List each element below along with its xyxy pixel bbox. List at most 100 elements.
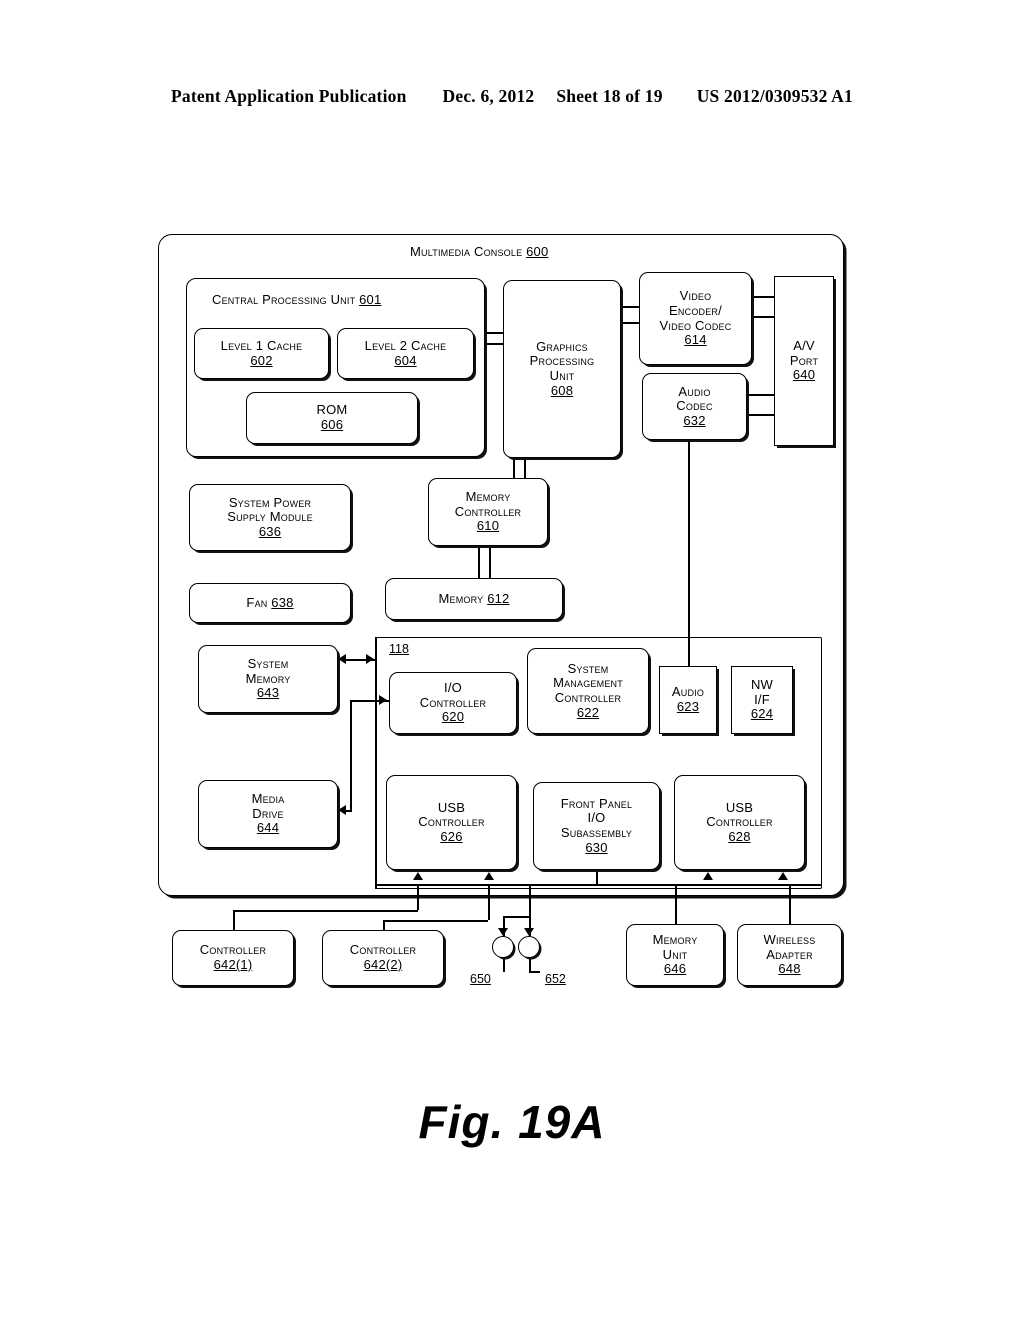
system-memory-line2: Memory	[245, 670, 291, 686]
gpu-block[interactable]: Graphics Processing Unit 608	[503, 280, 621, 458]
level2-cache-block[interactable]: Level 2 Cache 604	[337, 328, 474, 379]
io-bus-vertical	[375, 637, 377, 889]
memory-unit-block[interactable]: Memory Unit 646	[626, 924, 724, 986]
wireless-adapter-block[interactable]: Wireless Adapter 648	[737, 924, 842, 986]
usb-controller-626-block[interactable]: USB Controller 626	[386, 775, 517, 870]
audio-codec-block[interactable]: Audio Codec 632	[642, 373, 747, 440]
memory-label: Memory 612	[438, 590, 510, 607]
conn-memctrl-mem-a	[478, 546, 480, 578]
conn-ports-up	[529, 884, 531, 917]
media-drive-block[interactable]: Media Drive 644	[198, 780, 338, 848]
console-title-text: Multimedia Console	[410, 244, 523, 259]
psu-ref: 636	[258, 523, 282, 539]
front-panel-line2: I/O	[587, 810, 606, 826]
network-interface-block[interactable]: NW I/F 624	[731, 666, 793, 734]
conn-memctrl-mem-b	[489, 546, 491, 578]
smc-ref: 622	[576, 704, 600, 720]
av-port-block[interactable]: A/V Port 640	[774, 276, 834, 446]
fan-ref: 638	[271, 594, 294, 610]
fan-label-text: Fan	[246, 594, 268, 610]
conn-ctrl1-up	[417, 884, 419, 910]
system-management-controller-block[interactable]: System Management Controller 622	[527, 648, 649, 734]
level2-cache-ref: 604	[394, 352, 417, 368]
controller-642-2-block[interactable]: Controller 642(2)	[322, 930, 444, 986]
cpu-title-ref: 601	[359, 292, 382, 307]
memory-controller-block[interactable]: Memory Controller 610	[428, 478, 548, 546]
mem-unit-line2: Unit	[662, 946, 688, 962]
level1-cache-block[interactable]: Level 1 Cache 602	[194, 328, 329, 379]
conn-gpu-video-a	[621, 306, 640, 308]
av-port-line1: A/V	[793, 338, 815, 354]
conn-bus-ioctrl-arrow	[379, 695, 387, 705]
audio-ref: 623	[676, 699, 700, 714]
port-650-circle[interactable]	[492, 936, 514, 958]
console-title: Multimedia Console 600	[410, 244, 548, 259]
fan-block[interactable]: Fan 638	[189, 583, 351, 623]
conn-wireless-vert	[789, 884, 791, 925]
front-panel-io-block[interactable]: Front Panel I/O Subassembly 630	[533, 782, 660, 870]
front-panel-line3: Subassembly	[560, 825, 633, 840]
video-encoder-codec-block[interactable]: Video Encoder/ Video Codec 614	[639, 272, 752, 365]
front-panel-line1: Front Panel	[560, 795, 633, 811]
conn-sysmem-arrow-left	[338, 654, 346, 664]
conn-audio-av-a	[747, 394, 775, 396]
smc-line1: System	[567, 660, 609, 676]
memory-label-text: Memory	[438, 590, 484, 606]
io-controller-line1: I/O	[444, 680, 462, 696]
usb626-ref: 626	[440, 828, 463, 844]
gpu-label-line3: Unit	[549, 368, 575, 383]
usb626-line1: USB	[437, 799, 466, 815]
level1-cache-ref: 602	[250, 352, 273, 368]
smc-line2: Management	[553, 675, 623, 691]
io-controller-block[interactable]: I/O Controller 620	[389, 672, 517, 734]
usb-controller-628-block[interactable]: USB Controller 628	[674, 775, 805, 870]
port-652-label: 652	[545, 972, 566, 986]
conn-mediadrive-vert	[350, 700, 352, 810]
arrow-usb626-a	[413, 872, 423, 880]
conn-gpu-memctrl-b	[524, 458, 526, 478]
controller-642-1-block[interactable]: Controller 642(1)	[172, 930, 294, 986]
conn-cpu-gpu-a	[485, 332, 504, 334]
ctrl2-line1: Controller	[349, 942, 417, 958]
conn-sysmem-arrow-right	[366, 654, 374, 664]
conn-ctrl2-horiz	[383, 920, 488, 922]
audio-block[interactable]: Audio 623	[659, 666, 717, 734]
arrow-port650	[498, 928, 508, 936]
smc-line3: Controller	[554, 690, 622, 705]
wireless-line1: Wireless	[763, 932, 816, 948]
nwif-line1: NW	[750, 677, 774, 693]
av-port-line2: Port	[789, 352, 819, 368]
video-encoder-line1: Video	[679, 288, 712, 304]
io-controller-line2: Controller	[419, 694, 487, 710]
gpu-label-line2: Processing	[529, 353, 595, 369]
conn-frontpanel-down	[596, 870, 598, 886]
conn-cpu-gpu-b	[485, 343, 504, 345]
memory-controller-line1: Memory	[465, 489, 511, 505]
ctrl1-line1: Controller	[199, 942, 267, 958]
conn-ports-horiz	[503, 916, 530, 918]
console-title-ref: 600	[526, 244, 549, 259]
usb628-line2: Controller	[706, 814, 773, 830]
port-652-circle[interactable]	[518, 936, 540, 958]
conn-audiocodec-audio	[688, 440, 690, 666]
video-encoder-line2: Encoder/	[669, 302, 722, 318]
usb628-ref: 628	[728, 828, 751, 844]
av-port-ref: 640	[792, 367, 816, 383]
arrow-usb628-a	[703, 872, 713, 880]
conn-port650-tail	[503, 958, 505, 972]
conn-video-av-a	[752, 296, 775, 298]
audio-line1: Audio	[671, 684, 705, 700]
memory-block[interactable]: Memory 612	[385, 578, 563, 620]
rom-block[interactable]: ROM 606	[246, 392, 418, 444]
conn-memunit-vert	[675, 884, 677, 925]
system-memory-block[interactable]: System Memory 643	[198, 645, 338, 713]
conn-port652-tail	[529, 958, 531, 972]
rom-label: ROM	[316, 402, 348, 418]
mem-unit-line1: Memory	[652, 932, 698, 948]
video-encoder-line3: Video Codec	[659, 317, 732, 333]
conn-ctrl2-up	[488, 884, 490, 920]
io-controller-ref: 620	[441, 709, 465, 725]
usb628-line1: USB	[725, 799, 754, 815]
system-power-supply-block[interactable]: System Power Supply Module 636	[189, 484, 351, 551]
arrow-port652	[524, 928, 534, 936]
